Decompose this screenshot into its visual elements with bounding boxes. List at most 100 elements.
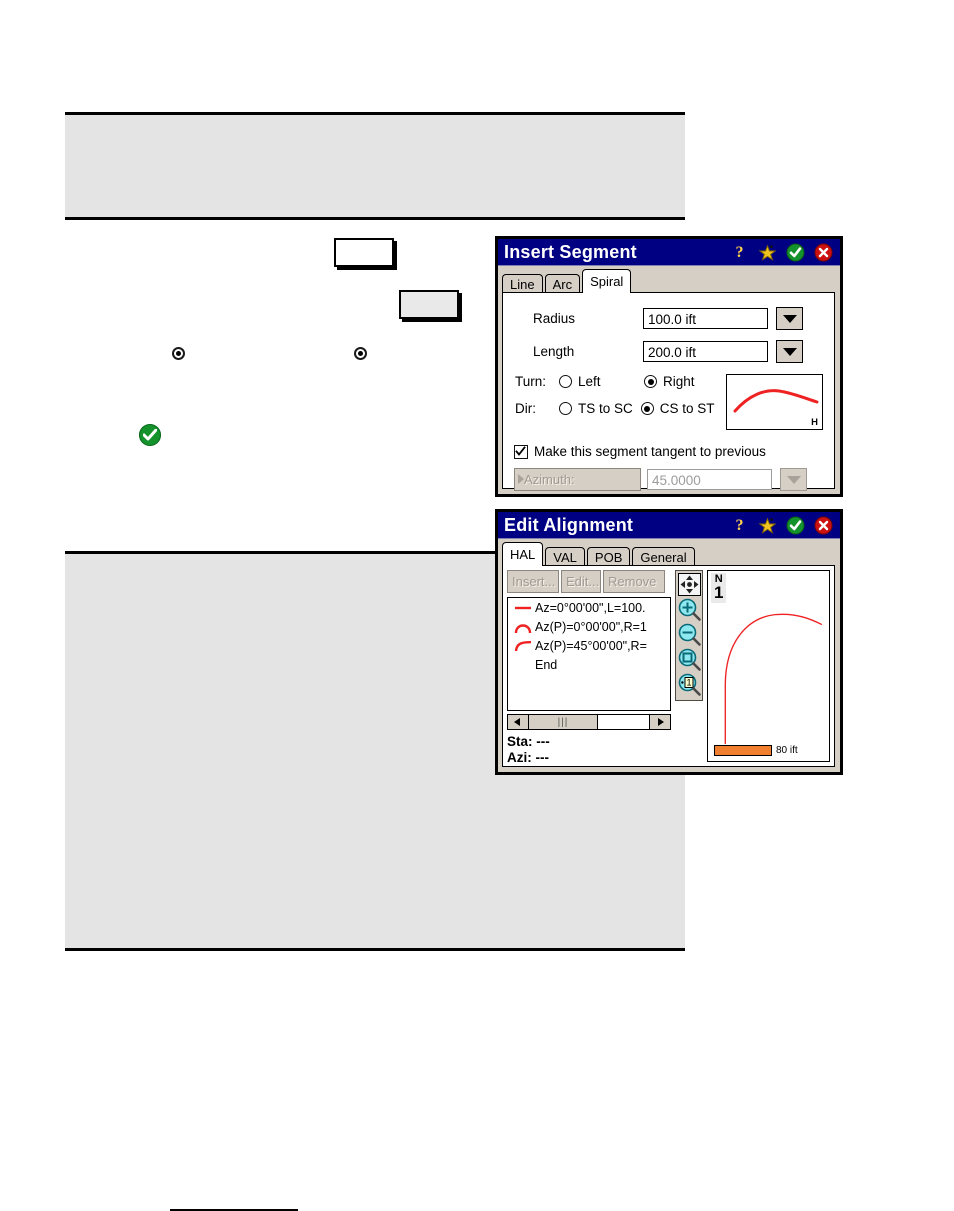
doc-radio-icon-left — [172, 347, 185, 360]
edit-alignment-titlebar: Edit Alignment ? — [498, 512, 840, 539]
check-glyph — [515, 445, 526, 456]
alignment-map-preview[interactable]: N 1 80 ift — [707, 570, 830, 762]
insert-segment-titlebar-icons: ? — [730, 243, 838, 262]
scroll-left-button[interactable] — [508, 715, 529, 729]
length-input[interactable]: 200.0 ift — [643, 341, 768, 362]
insert-button: Insert... — [507, 570, 559, 593]
pan-fit-icon[interactable] — [677, 572, 702, 597]
list-item[interactable]: End — [508, 655, 670, 674]
triangle-right-icon — [518, 474, 524, 484]
doc-radio-icon-right — [354, 347, 367, 360]
help-icon[interactable]: ? — [730, 516, 749, 535]
remove-button: Remove — [603, 570, 665, 593]
zoom-out-icon[interactable] — [677, 622, 702, 647]
dir-ts-to-sc-radio[interactable] — [559, 402, 572, 415]
list-item[interactable]: Az=0°00'00",L=100. — [508, 598, 670, 617]
turn-dir-block: H Turn: Left Right Dir: TS to SC CS to S… — [503, 374, 834, 436]
azimuth-readout: Azi: --- — [507, 750, 549, 765]
turn-right-label: Right — [663, 374, 695, 389]
chevron-down-icon — [782, 347, 797, 356]
zoom-in-icon[interactable] — [677, 597, 702, 622]
segment-list[interactable]: Az=0°00'00",L=100. Az(P)=0°00'00",R=1 Az… — [507, 597, 671, 711]
scale-bar-label: 80 ift — [776, 745, 798, 756]
svg-text:1: 1 — [686, 678, 691, 688]
chevron-down-icon — [786, 475, 801, 484]
triangle-right-icon — [658, 718, 664, 726]
map-scale-bar: 80 ift — [714, 745, 798, 756]
check-glyph — [143, 429, 157, 441]
spiral-tab-panel: Radius 100.0 ift Length 200.0 ift H Turn… — [502, 292, 835, 491]
scroll-thumb[interactable]: ||| — [529, 715, 598, 729]
hal-button-row: Insert... Edit... Remove — [503, 566, 675, 593]
turn-left-radio[interactable] — [559, 375, 572, 388]
illustration-button-box-2 — [334, 238, 394, 267]
favorites-star-icon[interactable] — [758, 243, 777, 262]
radius-row: Radius 100.0 ift — [503, 307, 834, 330]
list-item-label: Az=0°00'00",L=100. — [535, 600, 646, 615]
hal-status-block: Sta: --- Azi: --- — [503, 730, 675, 766]
doc-ok-check-icon — [139, 424, 161, 446]
azimuth-input: 45.0000 — [647, 469, 772, 490]
ok-check-icon[interactable] — [786, 243, 805, 262]
length-label: Length — [533, 344, 575, 359]
turn-right-radio[interactable] — [644, 375, 657, 388]
hal-tab-panel: Insert... Edit... Remove Az=0°00'00",L=1… — [502, 565, 835, 767]
dir-cs-to-st-radio[interactable] — [640, 402, 654, 415]
radius-label: Radius — [533, 311, 576, 326]
insert-segment-titlebar: Insert Segment ? — [498, 239, 840, 266]
close-icon[interactable] — [814, 516, 833, 535]
scroll-right-button[interactable] — [649, 715, 670, 729]
zoom-extents-icon[interactable] — [677, 647, 702, 672]
zoom-actual-size-icon[interactable]: 1 — [677, 672, 702, 697]
edit-alignment-tabstrip: HAL VAL POB General — [502, 542, 840, 568]
page-root: Insert Segment ? Line Arc Spiral Radius … — [0, 0, 954, 1211]
edit-alignment-titlebar-icons: ? — [730, 516, 838, 535]
dir-label: Dir: — [515, 401, 536, 416]
map-zoom-toolbar: 1 — [675, 570, 703, 701]
help-icon[interactable]: ? — [730, 243, 749, 262]
azimuth-dropdown-button — [780, 468, 807, 491]
radius-input[interactable]: 100.0 ift — [643, 308, 768, 329]
list-item-label: Az(P)=45°00'00",R= — [535, 638, 647, 653]
azimuth-button: Azimuth: — [514, 468, 641, 491]
segment-list-hscrollbar[interactable]: ||| — [507, 714, 671, 730]
top-callout-panel — [65, 112, 685, 319]
close-icon[interactable] — [814, 243, 833, 262]
ok-check-icon[interactable] — [786, 516, 805, 535]
spiral-segment-icon — [511, 639, 535, 653]
radius-dropdown-button[interactable] — [776, 307, 803, 330]
insert-segment-dialog: Insert Segment ? Line Arc Spiral Radius … — [495, 236, 843, 497]
edit-alignment-dialog: Edit Alignment ? HAL VAL POB General Ins… — [495, 509, 843, 775]
spiral-sketch-curve — [733, 389, 819, 413]
favorites-star-icon[interactable] — [758, 516, 777, 535]
length-row: Length 200.0 ift — [503, 340, 834, 363]
turn-left-label: Left — [578, 374, 601, 389]
list-item-label: Az(P)=0°00'00",R=1 — [535, 619, 647, 634]
tab-spiral[interactable]: Spiral — [582, 269, 632, 293]
dir-cs-to-st-label: CS to ST — [659, 401, 715, 416]
insert-segment-tabstrip: Line Arc Spiral — [502, 269, 840, 295]
hal-left-column: Insert... Edit... Remove Az=0°00'00",L=1… — [503, 566, 675, 766]
hal-layout: Insert... Edit... Remove Az=0°00'00",L=1… — [503, 566, 834, 766]
insert-segment-title: Insert Segment — [504, 242, 637, 262]
spiral-sketch-preview: H — [726, 374, 823, 430]
list-item[interactable]: Az(P)=45°00'00",R= — [508, 636, 670, 655]
tangent-checkbox[interactable] — [514, 444, 528, 459]
list-item-label: End — [535, 657, 558, 672]
dir-ts-to-sc-label: TS to SC — [578, 401, 633, 416]
length-dropdown-button[interactable] — [776, 340, 803, 363]
arc-segment-icon — [511, 620, 535, 634]
list-item[interactable]: Az(P)=0°00'00",R=1 — [508, 617, 670, 636]
scroll-grip-icon: ||| — [557, 716, 569, 728]
triangle-left-icon — [514, 718, 520, 726]
tangent-label: Make this segment tangent to previous — [534, 444, 766, 459]
tab-hal[interactable]: HAL — [502, 542, 544, 566]
tangent-row: Make this segment tangent to previous — [503, 444, 834, 459]
edit-alignment-title: Edit Alignment — [504, 515, 634, 535]
station-readout: Sta: --- — [507, 734, 550, 749]
azimuth-row: Azimuth: 45.0000 — [503, 468, 834, 491]
illustration-button-box-1 — [399, 290, 459, 319]
scale-bar-swatch — [714, 745, 772, 756]
line-segment-icon — [511, 602, 535, 614]
scroll-track[interactable] — [598, 715, 649, 729]
